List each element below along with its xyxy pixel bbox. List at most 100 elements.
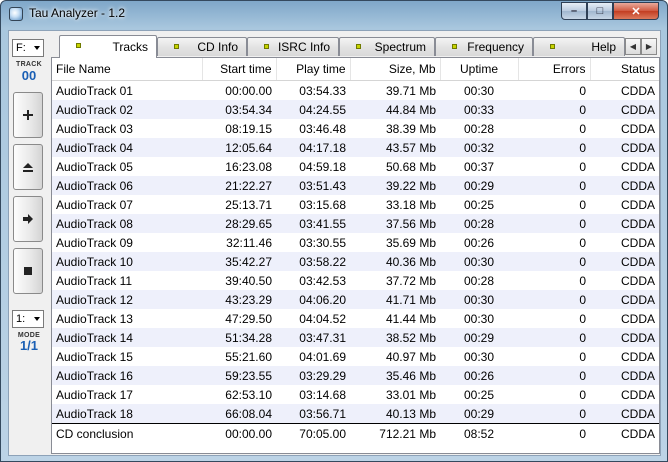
table-row[interactable]: AudioTrack 11 39:40.50 03:42.53 37.72 Mb 00:… <box>52 271 659 290</box>
table-row[interactable]: AudioTrack 14 51:34.28 03:47.31 38.52 Mb 00:… <box>52 328 659 347</box>
tab-indicator-icon <box>76 43 81 48</box>
table-row[interactable]: AudioTrack 16 59:23.55 03:29.29 35.46 Mb 00:… <box>52 366 659 385</box>
column-header-play-time[interactable]: Play time <box>276 58 351 81</box>
maximize-button[interactable]: □ <box>587 2 613 20</box>
cell-play-time: 03:29.29 <box>276 366 350 385</box>
cell-start-time: 32:11.46 <box>226 235 272 250</box>
stop-icon <box>24 267 32 275</box>
cell-uptime: 00:29 <box>440 404 518 424</box>
cell-play-time: 04:04.52 <box>299 311 346 326</box>
table-row[interactable]: AudioTrack 01 00:00.00 03:54.33 39.71 Mb 00:… <box>52 81 659 101</box>
cell-start-time: 28:29.65 <box>202 214 276 233</box>
column-header-errors[interactable]: Errors <box>518 58 591 81</box>
column-header-size[interactable]: Size, Mb <box>350 58 441 81</box>
cell-status: CDDA <box>620 387 655 402</box>
cell-file-name: AudioTrack 07 <box>56 197 133 212</box>
cell-size: 41.44 Mb <box>385 311 436 326</box>
stop-button[interactable] <box>13 248 43 294</box>
table-row[interactable]: AudioTrack 09 32:11.46 03:30.55 35.69 Mb 00:… <box>52 233 659 252</box>
tab-indicator-icon <box>264 44 269 49</box>
table-row[interactable]: AudioTrack 08 28:29.65 03:41.55 37.56 Mb 00:… <box>52 214 659 233</box>
cell-play-time: 03:15.68 <box>299 197 346 212</box>
minimize-button[interactable]: – <box>561 2 587 20</box>
cell-size: 37.56 Mb <box>350 214 440 233</box>
close-button[interactable]: ✕ <box>613 2 659 20</box>
tab-label: CD Info <box>197 40 238 54</box>
cell-errors: 0 <box>579 197 586 212</box>
column-header-start-time[interactable]: Start time <box>202 58 277 81</box>
tab-isrc-info[interactable]: ISRC Info <box>247 37 339 56</box>
cell-start-time: 21:22.27 <box>202 176 276 195</box>
table-row[interactable]: AudioTrack 05 16:23.08 04:59.18 50.68 Mb 00:… <box>52 157 659 176</box>
cell-status: CDDA <box>590 328 659 347</box>
table-row[interactable]: AudioTrack 06 21:22.27 03:51.43 39.22 Mb 00:… <box>52 176 659 195</box>
arrow-right-icon <box>23 214 33 224</box>
cell-play-time: 03:42.53 <box>299 273 346 288</box>
cell-file-name: AudioTrack 01 <box>56 83 133 98</box>
chevron-down-icon <box>34 46 40 50</box>
drive-select[interactable]: F: <box>12 39 44 57</box>
table-row[interactable]: AudioTrack 02 03:54.34 04:24.55 44.84 Mb 00:… <box>52 100 659 119</box>
table-row[interactable]: AudioTrack 13 47:29.50 04:04.52 41.44 Mb 00:… <box>52 309 659 328</box>
column-header-uptime[interactable]: Uptime <box>440 58 519 81</box>
cell-start-time: 03:54.34 <box>202 100 276 119</box>
cell-play-time: 03:56.71 <box>276 404 350 424</box>
table-row[interactable]: AudioTrack 12 43:23.29 04:06.20 41.71 Mb 00:… <box>52 290 659 309</box>
cell-play-time: 03:41.55 <box>276 214 350 233</box>
cell-size: 40.36 Mb <box>350 252 440 271</box>
tracks-table: File Name Start time Play time Size, Mb … <box>52 58 659 444</box>
tab-frequency[interactable]: Frequency <box>435 37 533 56</box>
cell-start-time: 47:29.50 <box>225 311 272 326</box>
cell-file-name: AudioTrack 08 <box>52 214 202 233</box>
cell-file-name: AudioTrack 02 <box>52 100 202 119</box>
table-header-row: File Name Start time Play time Size, Mb … <box>52 58 659 81</box>
tab-help[interactable]: Help <box>533 37 625 56</box>
cell-status: CDDA <box>620 273 655 288</box>
cell-file-name: AudioTrack 13 <box>56 311 133 326</box>
cell-size: 38.39 Mb <box>385 121 436 136</box>
summary-errors: 0 <box>518 423 590 444</box>
column-header-file-name[interactable]: File Name <box>52 58 203 81</box>
cell-start-time: 59:23.55 <box>202 366 276 385</box>
tab-scroll-right-icon[interactable]: ▶ <box>641 38 657 55</box>
mode-select-value: 1: <box>16 313 26 325</box>
mode-select[interactable]: 1: <box>12 310 44 328</box>
cell-uptime: 00:30 <box>440 290 518 309</box>
add-button[interactable] <box>13 92 43 138</box>
tab-indicator-icon <box>452 44 457 49</box>
cell-play-time: 03:54.33 <box>299 83 346 98</box>
summary-start-time: 00:00.00 <box>202 423 276 444</box>
cell-size: 37.72 Mb <box>385 273 436 288</box>
cell-errors: 0 <box>518 176 590 195</box>
eject-icon <box>23 163 33 172</box>
plus-icon <box>23 110 33 120</box>
table-row[interactable]: AudioTrack 03 08:19.15 03:46.48 38.39 Mb 00:… <box>52 119 659 138</box>
title-bar[interactable]: Tau Analyzer - 1.2 – □ ✕ <box>1 1 667 27</box>
eject-button[interactable] <box>13 144 43 190</box>
table-row[interactable]: AudioTrack 17 62:53.10 03:14.68 33.01 Mb 00:… <box>52 385 659 404</box>
table-row[interactable]: AudioTrack 15 55:21.60 04:01.69 40.97 Mb 00:… <box>52 347 659 366</box>
cell-status: CDDA <box>590 404 659 424</box>
tab-label: Spectrum <box>374 40 426 54</box>
tab-scroll-left-icon[interactable]: ◀ <box>625 38 641 55</box>
table-row[interactable]: AudioTrack 18 66:08.04 03:56.71 40.13 Mb 00:… <box>52 404 659 424</box>
cell-status: CDDA <box>620 197 655 212</box>
cell-uptime: 00:30 <box>463 83 495 98</box>
tab-cd-info[interactable]: CD Info <box>157 37 247 56</box>
tab-indicator-icon <box>550 44 555 49</box>
cell-play-time: 04:24.55 <box>276 100 350 119</box>
cell-size: 39.71 Mb <box>385 83 436 98</box>
play-button[interactable] <box>13 196 43 242</box>
tab-spectrum[interactable]: Spectrum <box>339 37 435 56</box>
column-header-status[interactable]: Status <box>590 58 659 81</box>
cell-uptime: 00:37 <box>463 159 495 174</box>
tab-tracks[interactable]: Tracks <box>59 35 157 58</box>
table-row[interactable]: AudioTrack 07 25:13.71 03:15.68 33.18 Mb 00:… <box>52 195 659 214</box>
track-value: 00 <box>21 68 37 83</box>
cell-start-time: 43:23.29 <box>202 290 276 309</box>
table-row[interactable]: AudioTrack 04 12:05.64 04:17.18 43.57 Mb 00:… <box>52 138 659 157</box>
table-row[interactable]: AudioTrack 10 35:42.27 03:58.22 40.36 Mb 00:… <box>52 252 659 271</box>
cell-start-time: 25:13.71 <box>225 197 272 212</box>
cell-size: 41.71 Mb <box>350 290 440 309</box>
cell-uptime: 00:26 <box>463 235 495 250</box>
